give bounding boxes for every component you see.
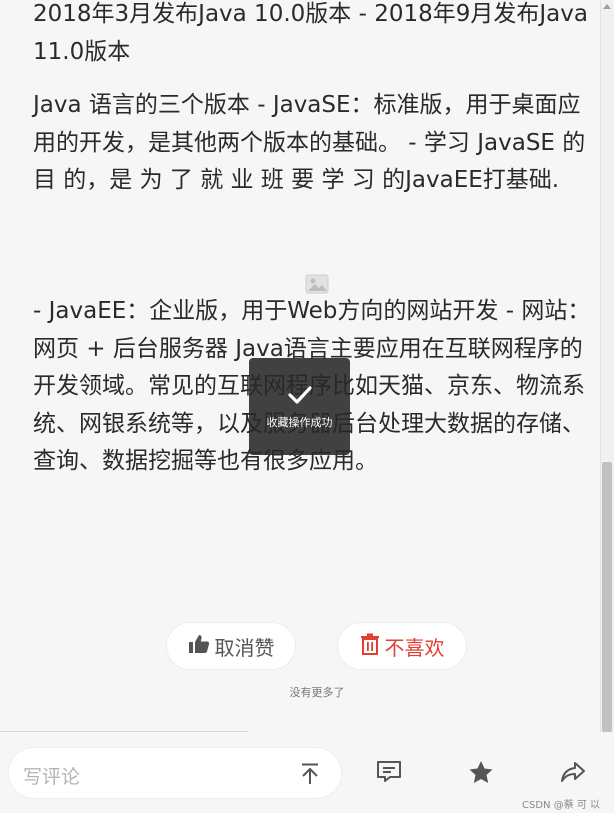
comment-placeholder: 写评论 — [23, 766, 81, 788]
dislike-label: 不喜欢 — [384, 635, 445, 660]
share-icon[interactable] — [560, 760, 586, 788]
comment-icon[interactable] — [376, 760, 402, 788]
toast-message: 收藏操作成功 — [266, 415, 333, 429]
no-more-text: 没有更多了 — [289, 686, 345, 699]
scroll-up-icon[interactable] — [603, 4, 611, 9]
dislike-button[interactable]: 不喜欢 — [337, 622, 467, 670]
unlike-button[interactable]: 取消赞 — [166, 622, 296, 670]
bottom-divider — [0, 731, 248, 732]
unlike-label: 取消赞 — [214, 635, 275, 660]
image-placeholder-icon — [305, 274, 329, 294]
article-paragraph-2: Java 语言的三个版本 - JavaSE：标准版，用于桌面应用的开发，是其他两… — [33, 92, 586, 193]
top-arrow-icon[interactable] — [299, 762, 321, 790]
scrollbar[interactable] — [600, 0, 614, 740]
article-paragraph-1: 2018年3月发布Java 10.0版本 - 2018年9月发布Java 11.… — [33, 1, 588, 65]
comment-input[interactable]: 写评论 — [8, 747, 342, 799]
thumbs-up-icon — [188, 634, 215, 659]
toast-notification: 收藏操作成功 — [249, 358, 350, 455]
watermark: CSDN @蔡 可 以 — [522, 800, 601, 811]
trash-icon — [360, 633, 385, 660]
check-icon — [287, 384, 313, 410]
star-icon[interactable] — [468, 760, 494, 789]
